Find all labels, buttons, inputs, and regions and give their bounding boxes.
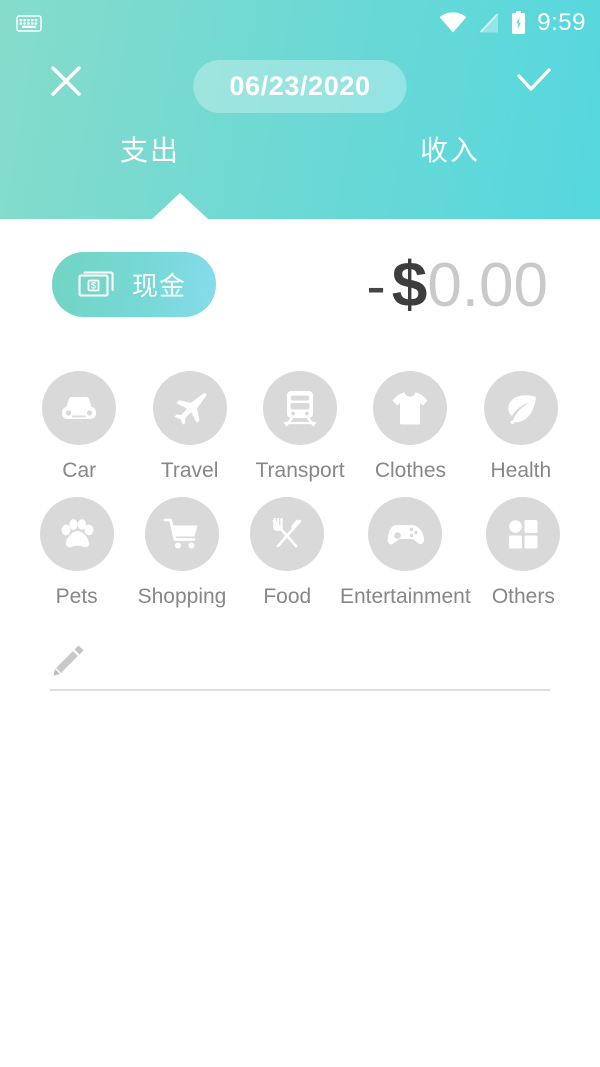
pencil-icon xyxy=(53,645,84,676)
grid-icon xyxy=(509,520,538,549)
status-bar-left xyxy=(16,13,42,33)
category-others[interactable]: Others xyxy=(471,483,576,609)
category-label: Travel xyxy=(160,459,219,482)
app-screen: 9:59 06/23/2020 支出 收入 $ 现金 - $ 0.00 Car … xyxy=(0,0,600,1067)
amount-sign: - xyxy=(366,254,386,319)
status-bar: 9:59 xyxy=(0,0,600,46)
tab-expense[interactable]: 支出 xyxy=(0,118,300,180)
category-icon-bg xyxy=(42,371,117,445)
category-car[interactable]: Car xyxy=(24,357,134,483)
cart-icon xyxy=(163,518,198,549)
paw-icon xyxy=(61,519,94,548)
amount-display[interactable]: - $ 0.00 xyxy=(366,247,548,321)
amount-value: 0.00 xyxy=(427,251,548,320)
category-label: Shopping xyxy=(137,585,227,608)
category-icon-bg xyxy=(373,371,448,445)
active-tab-pointer xyxy=(152,193,208,219)
amount-currency: $ xyxy=(391,248,428,320)
keyboard-icon xyxy=(16,15,42,32)
category-grid: Car Travel Transport Clothes Health Pets… xyxy=(0,349,600,609)
category-icon-bg xyxy=(368,497,443,571)
category-transport[interactable]: Transport xyxy=(245,357,355,483)
category-icon-bg xyxy=(39,497,114,571)
note-field[interactable] xyxy=(50,635,550,691)
signal-off-icon xyxy=(480,13,499,33)
category-icon-bg xyxy=(486,497,561,571)
category-travel[interactable]: Travel xyxy=(134,357,244,483)
type-tabs: 支出 收入 xyxy=(0,118,600,180)
category-label: Pets xyxy=(55,585,98,608)
category-icon-bg xyxy=(144,497,219,571)
note-input[interactable] xyxy=(104,645,550,679)
airplane-icon xyxy=(174,393,207,425)
category-shopping[interactable]: Shopping xyxy=(129,483,234,609)
close-button[interactable] xyxy=(44,59,88,103)
category-icon-bg xyxy=(152,371,227,445)
gamepad-icon xyxy=(387,525,425,545)
wifi-icon xyxy=(440,12,467,33)
tab-income[interactable]: 收入 xyxy=(300,118,600,180)
battery-charging-icon xyxy=(512,11,526,34)
entry-card: $ 现金 - $ 0.00 Car Travel Transport Cloth… xyxy=(0,219,600,1067)
confirm-button[interactable] xyxy=(512,59,556,103)
train-icon xyxy=(283,391,317,427)
cutlery-icon xyxy=(272,517,302,548)
category-row-1: Car Travel Transport Clothes Health xyxy=(24,357,576,483)
category-food[interactable]: Food xyxy=(235,483,340,609)
account-label: 现金 xyxy=(132,271,187,302)
category-label: Clothes xyxy=(374,459,447,482)
category-health[interactable]: Health xyxy=(466,357,576,483)
status-bar-right: 9:59 xyxy=(439,9,586,37)
category-clothes[interactable]: Clothes xyxy=(355,357,465,483)
category-entertainment[interactable]: Entertainment xyxy=(340,483,471,609)
category-label: Transport xyxy=(255,459,345,482)
category-icon-bg xyxy=(483,371,558,445)
close-icon xyxy=(51,66,81,96)
account-selector[interactable]: $ 现金 xyxy=(52,251,217,317)
banknote-dollar-icon: $ xyxy=(78,271,114,297)
category-label: Entertainment xyxy=(339,585,471,608)
category-pets[interactable]: Pets xyxy=(24,483,129,609)
leaf-icon xyxy=(508,395,536,425)
date-selector[interactable]: 06/23/2020 xyxy=(193,60,407,113)
check-icon xyxy=(517,68,551,91)
header: 9:59 06/23/2020 支出 收入 xyxy=(0,0,600,219)
tshirt-icon xyxy=(392,392,428,425)
category-row-2: Pets Shopping Food Entertainment Others xyxy=(24,483,576,609)
category-icon-bg xyxy=(250,497,325,571)
category-label: Others xyxy=(491,585,555,608)
status-bar-clock: 9:59 xyxy=(537,9,586,36)
category-label: Food xyxy=(263,585,312,608)
category-label: Health xyxy=(490,459,552,482)
amount-row: $ 现金 - $ 0.00 xyxy=(0,219,600,349)
svg-text:$: $ xyxy=(91,281,97,292)
category-label: Car xyxy=(62,459,97,482)
category-icon-bg xyxy=(263,371,338,445)
car-icon xyxy=(62,397,97,419)
